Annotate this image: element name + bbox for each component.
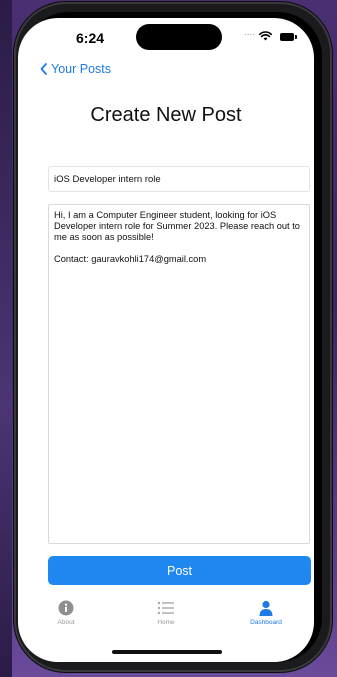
back-button-label: Your Posts <box>51 62 111 76</box>
cellular-signal-icon: .... <box>244 27 256 38</box>
wifi-icon <box>259 31 272 41</box>
back-button[interactable]: Your Posts <box>40 62 111 76</box>
post-body-textarea[interactable]: Hi, I am a Computer Engineer student, lo… <box>48 204 310 544</box>
chevron-left-icon <box>40 63 47 75</box>
tab-home-label: Home <box>157 619 175 626</box>
tab-home[interactable]: Home <box>126 600 206 626</box>
person-icon <box>259 600 273 616</box>
battery-icon <box>280 33 297 41</box>
info-circle-icon <box>58 600 74 616</box>
tab-bar: About Home Dashboard <box>18 600 314 640</box>
status-time: 6:24 <box>76 30 105 46</box>
app-screen: 6:24 .... Your Posts Create New Post Hi,… <box>18 18 314 662</box>
home-indicator <box>112 650 222 654</box>
post-title-input[interactable] <box>48 166 310 192</box>
page-title: Create New Post <box>90 104 242 126</box>
tab-dashboard-label: Dashboard <box>250 619 282 626</box>
wallpaper-edge <box>0 0 12 677</box>
post-button[interactable]: Post <box>48 556 311 585</box>
dynamic-island <box>136 24 222 50</box>
list-icon <box>157 601 174 615</box>
tab-about[interactable]: About <box>26 600 106 626</box>
tab-dashboard[interactable]: Dashboard <box>226 600 306 626</box>
tab-about-label: About <box>57 619 75 626</box>
